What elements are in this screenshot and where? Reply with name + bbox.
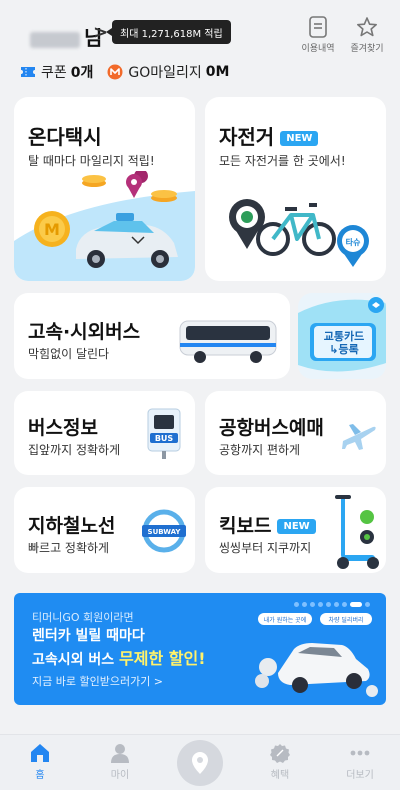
banner-line2-prefix: 고속시외 버스 bbox=[32, 652, 120, 668]
coupon-value: 0개 bbox=[70, 65, 94, 81]
subway-card[interactable]: 지하철노선 빠르고 정확하게 SUBWAY bbox=[14, 487, 195, 573]
express-bus-card[interactable]: 고속·시외버스 막힘없이 달린다 bbox=[14, 293, 290, 379]
taxi-card[interactable]: 온다택시 탈 때마다 마일리지 적립! M bbox=[14, 97, 195, 281]
mileage-label: GO마일리지 bbox=[128, 65, 202, 81]
coin-letter: M bbox=[44, 220, 60, 239]
bus-info-title: 버스정보 bbox=[28, 417, 98, 439]
airport-subtitle: 공항까지 편하게 bbox=[219, 443, 301, 457]
nav-more[interactable]: 더보기 bbox=[330, 743, 390, 781]
pagination-dot[interactable] bbox=[342, 602, 347, 607]
tashu-logo: 타슈 bbox=[346, 237, 361, 247]
promo-banner[interactable]: 티머니GO 회원이라면 렌터카 빌릴 때마다 고속시외 버스 무제한 할인! 지… bbox=[14, 593, 386, 705]
favorites-label: 즐겨찾기 bbox=[350, 44, 384, 54]
bus-info-card[interactable]: 버스정보 집앞까지 정확하게 BUS bbox=[14, 391, 195, 475]
person-icon bbox=[111, 744, 129, 763]
nav-benefits[interactable]: 혜택 bbox=[250, 743, 310, 781]
coupon-label: 쿠폰 bbox=[41, 65, 67, 81]
banner-tag2: 차량 딜리버리 bbox=[328, 616, 363, 624]
kickboard-title: 킥보드 bbox=[219, 515, 272, 537]
taxi-subtitle: 탈 때마다 마일리지 적립! bbox=[28, 154, 155, 168]
masked-name bbox=[30, 31, 80, 48]
bus-info-subtitle: 집앞까지 정확하게 bbox=[28, 443, 121, 457]
bike-subtitle: 모든 자전거를 한 곳에서! bbox=[219, 154, 346, 168]
transit-card-register[interactable]: 교통카드 ↳등록 bbox=[298, 293, 386, 379]
transit-card-line2: ↳등록 bbox=[329, 343, 359, 356]
banner-pagination bbox=[294, 602, 370, 607]
user-name[interactable]: 님 bbox=[30, 22, 102, 51]
pagination-dot[interactable] bbox=[318, 602, 323, 607]
mileage-icon bbox=[107, 64, 123, 80]
express-bus-title: 고속·시외버스 bbox=[28, 321, 141, 343]
pagination-dot[interactable] bbox=[350, 602, 362, 607]
pagination-dot[interactable] bbox=[334, 602, 339, 607]
usage-history-label: 이용내역 bbox=[301, 44, 335, 54]
new-badge: NEW bbox=[277, 519, 316, 534]
usage-history-button[interactable]: 이용내역 bbox=[296, 16, 340, 54]
location-pin-icon bbox=[192, 752, 208, 774]
points-row: 쿠폰 0개 GO마일리지 0M bbox=[20, 62, 229, 82]
bike-title-row: 자전거 NEW bbox=[219, 121, 319, 150]
kickboard-card[interactable]: 킥보드 NEW 씽씽부터 지쿠까지 bbox=[205, 487, 386, 573]
top-header: 님 > 최대 1,271,618M 적립 이용내역 즐겨찾기 쿠폰 0개 GO마… bbox=[0, 0, 400, 92]
receipt-icon bbox=[309, 16, 327, 38]
mileage-button[interactable]: GO마일리지 0M bbox=[107, 62, 229, 82]
airport-title: 공항버스예매 bbox=[219, 417, 324, 439]
bus-illustration bbox=[179, 320, 277, 363]
subway-sign-icon: SUBWAY bbox=[142, 509, 186, 553]
favorites-button[interactable]: 즐겨찾기 bbox=[345, 16, 389, 54]
kickboard-illustration bbox=[335, 495, 379, 569]
coupon-button[interactable]: 쿠폰 0개 bbox=[20, 62, 93, 82]
airport-bus-card[interactable]: 공항버스예매 공항까지 편하게 bbox=[205, 391, 386, 475]
bus-sign-text: BUS bbox=[155, 434, 174, 443]
ticket-icon bbox=[21, 67, 35, 77]
nav-my[interactable]: 마이 bbox=[90, 743, 150, 781]
nav-my-label: 마이 bbox=[110, 770, 130, 781]
express-bus-subtitle: 막힘없이 달린다 bbox=[28, 347, 110, 361]
bottom-navigation: 홈 마이 혜택 더보기 bbox=[0, 734, 400, 790]
bike-title: 자전거 bbox=[219, 125, 275, 149]
pagination-dot[interactable] bbox=[302, 602, 307, 607]
banner-highlight: 무제한 할인! bbox=[119, 649, 206, 668]
airplane-icon bbox=[342, 424, 376, 450]
mileage-tooltip: 최대 1,271,618M 적립 bbox=[106, 20, 231, 44]
pagination-dot[interactable] bbox=[310, 602, 315, 607]
pagination-dot[interactable] bbox=[365, 602, 370, 607]
mileage-value: 0M bbox=[205, 64, 230, 80]
banner-link[interactable]: 지금 바로 할인받으러가기 > bbox=[32, 673, 163, 689]
bike-card[interactable]: 자전거 NEW 모든 자전거를 한 곳에서! 타슈 bbox=[205, 97, 386, 281]
nav-more-label: 더보기 bbox=[346, 770, 374, 781]
home-icon bbox=[31, 744, 49, 762]
discount-icon bbox=[270, 744, 290, 763]
subway-sign-text: SUBWAY bbox=[148, 528, 182, 536]
nav-benefits-label: 혜택 bbox=[270, 770, 290, 781]
kickboard-subtitle: 씽씽부터 지쿠까지 bbox=[219, 541, 312, 555]
pagination-dot[interactable] bbox=[294, 602, 299, 607]
bus-stop-icon: BUS bbox=[147, 408, 181, 459]
subway-title: 지하철노선 bbox=[28, 515, 116, 537]
transit-card-line1: 교통카드 bbox=[323, 330, 365, 343]
pagination-dot[interactable] bbox=[326, 602, 331, 607]
transit-card-label: 교통카드 ↳등록 bbox=[316, 330, 372, 356]
taxi-illustration: M bbox=[14, 171, 195, 281]
star-icon bbox=[357, 17, 377, 37]
subway-subtitle: 빠르고 정확하게 bbox=[28, 541, 110, 555]
banner-line1: 렌터카 빌릴 때마다 bbox=[32, 628, 145, 644]
banner-line2: 고속시외 버스 무제한 할인! bbox=[32, 645, 206, 669]
nav-home-label: 홈 bbox=[35, 770, 45, 781]
rental-car-illustration: 내가 원하는 곳에 차량 딜리버리 bbox=[255, 613, 378, 697]
taxi-title: 온다택시 bbox=[28, 125, 102, 149]
nav-home[interactable]: 홈 bbox=[10, 743, 70, 781]
more-dots-icon bbox=[350, 750, 370, 756]
bike-illustration: 타슈 bbox=[229, 199, 369, 267]
banner-kicker: 티머니GO 회원이라면 bbox=[32, 611, 134, 624]
banner-tag1: 내가 원하는 곳에 bbox=[264, 616, 306, 624]
nav-center-map-button[interactable] bbox=[177, 740, 223, 786]
new-badge: NEW bbox=[280, 131, 319, 146]
kickboard-title-row: 킥보드 NEW bbox=[219, 511, 316, 538]
